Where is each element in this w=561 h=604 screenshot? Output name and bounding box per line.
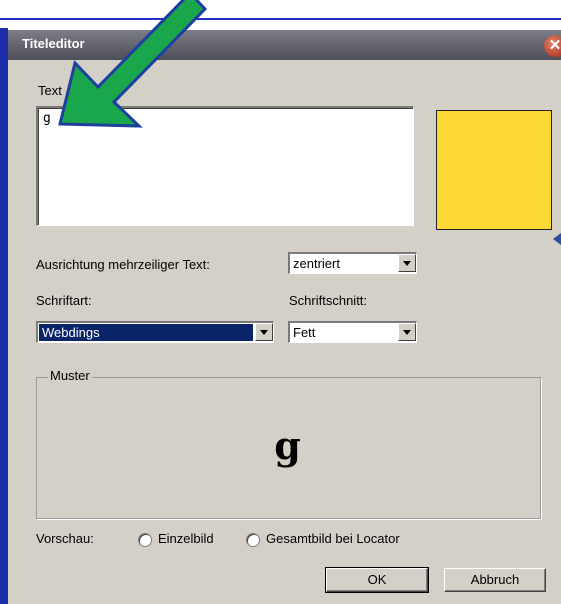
annotation-arrow-icon <box>58 0 208 128</box>
